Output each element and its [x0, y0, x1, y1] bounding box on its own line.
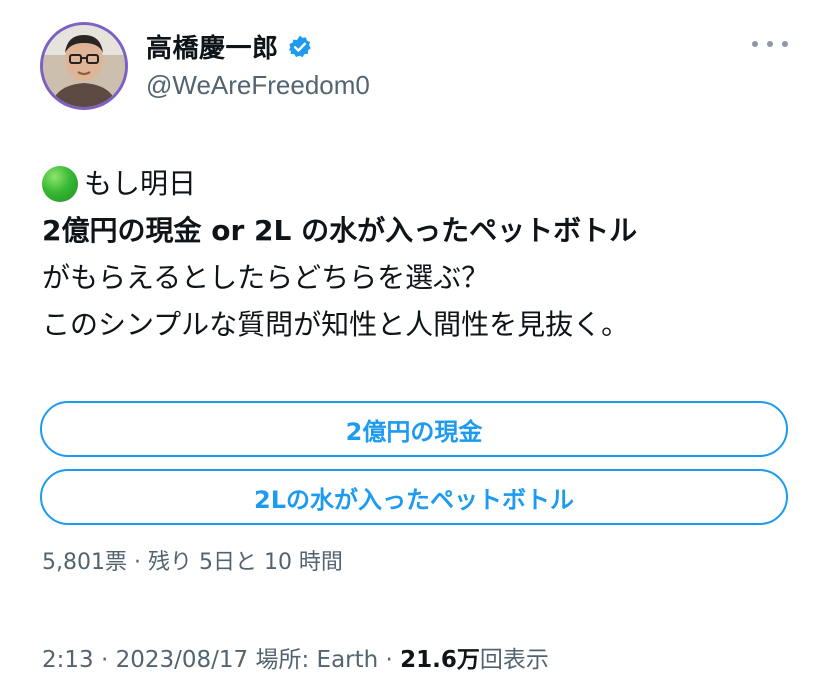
author-handle[interactable]: @WeAreFreedom0 — [146, 70, 370, 101]
poll: 2億円の現金 2Lの水が入ったペットボトル — [40, 401, 788, 537]
author-display-name[interactable]: 高橋慶一郎 — [146, 28, 279, 65]
verified-badge-icon — [287, 34, 313, 60]
dot — [782, 41, 788, 47]
avatar-image — [43, 25, 125, 107]
tweet-header: 高橋慶一郎 @WeAreFreedom0 — [40, 22, 800, 112]
meta-separator: · — [378, 647, 401, 673]
dot — [752, 41, 758, 47]
green-circle-icon — [42, 165, 78, 202]
author-name-row: 高橋慶一郎 — [146, 28, 313, 65]
poll-meta: 5,801票 · 残り 5日と 10 時間 — [42, 550, 343, 575]
tweet-meta: 2:13 · 2023/08/17 場所: Earth · 21.6万回表示 — [42, 640, 549, 674]
tweet-line: もし明日 — [42, 160, 792, 207]
tweet-line: 2億円の現金 or 2L の水が入ったペットボトル — [42, 214, 638, 247]
tweet-line-text: もし明日 — [84, 167, 197, 200]
more-options-icon[interactable] — [752, 32, 788, 56]
tweet-line: このシンプルな質問が知性と人間性を見抜く。 — [42, 308, 630, 341]
views-label: 回表示 — [479, 647, 549, 673]
tweet-text: もし明日 2億円の現金 or 2L の水が入ったペットボトル がもらえるとしたら… — [42, 160, 792, 348]
tweet-location: 場所: Earth — [255, 647, 379, 673]
poll-option-button[interactable]: 2億円の現金 — [40, 401, 788, 457]
avatar[interactable] — [40, 22, 128, 110]
tweet-line: がもらえるとしたらどちらを選ぶ？ — [42, 261, 490, 294]
tweet-time[interactable]: 2:13 — [42, 647, 94, 673]
tweet-date[interactable]: 2023/08/17 — [116, 647, 249, 673]
meta-separator: · — [93, 647, 116, 673]
dot — [767, 41, 773, 47]
poll-option-button[interactable]: 2Lの水が入ったペットボトル — [40, 469, 788, 525]
views-count: 21.6万 — [400, 647, 480, 673]
